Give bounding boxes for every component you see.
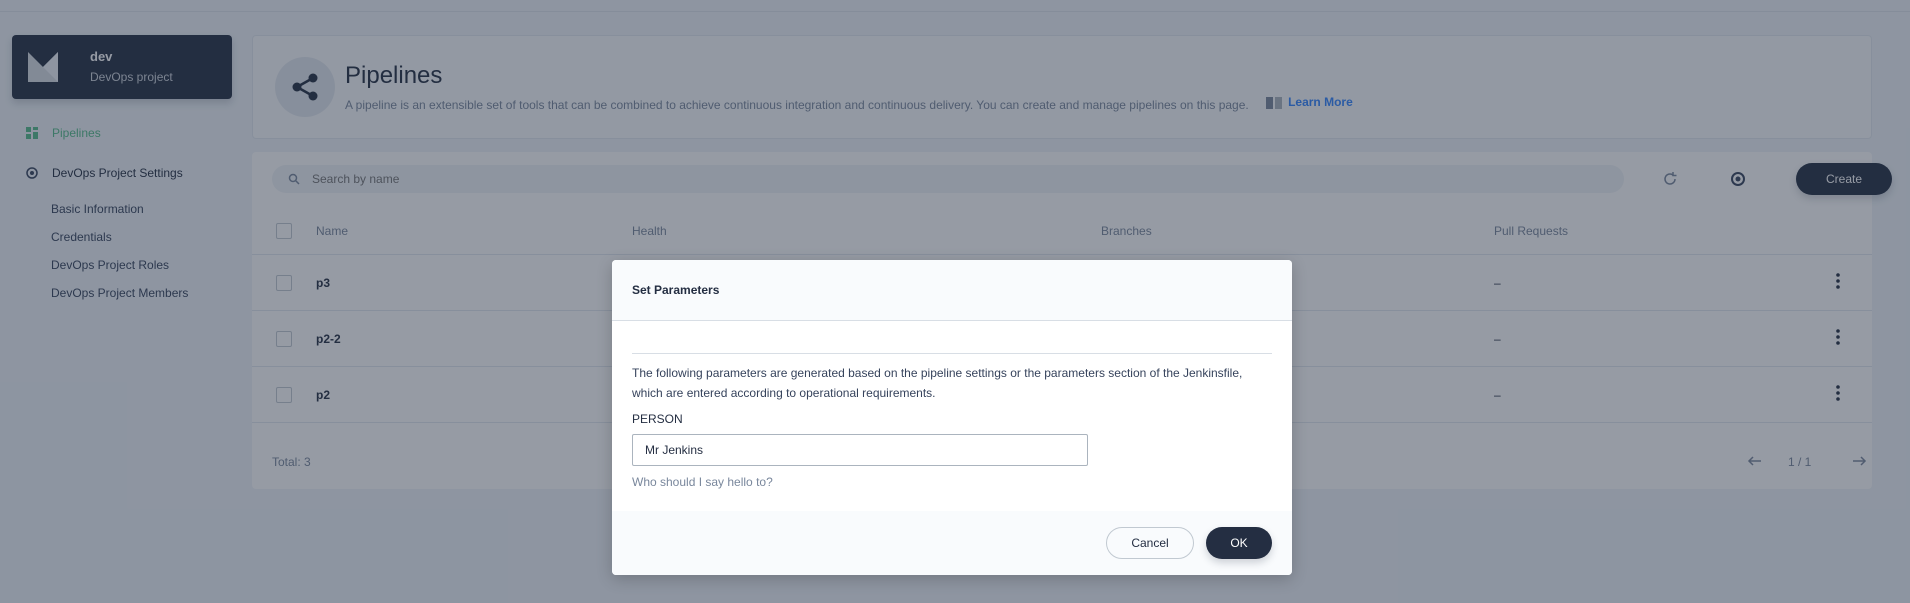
person-input[interactable] (632, 434, 1088, 466)
modal-divider (632, 353, 1272, 354)
person-param-help: Who should I say hello to? (632, 475, 773, 489)
ok-button[interactable]: OK (1206, 527, 1272, 559)
modal-description: The following parameters are generated b… (632, 366, 1243, 400)
modal-footer: Cancel OK (612, 511, 1292, 575)
modal-header: Set Parameters (612, 260, 1292, 321)
person-param-label: PERSON (632, 412, 683, 426)
modal-title: Set Parameters (632, 283, 720, 297)
set-parameters-modal: Set Parameters The following parameters … (612, 260, 1292, 575)
cancel-button[interactable]: Cancel (1106, 527, 1194, 559)
